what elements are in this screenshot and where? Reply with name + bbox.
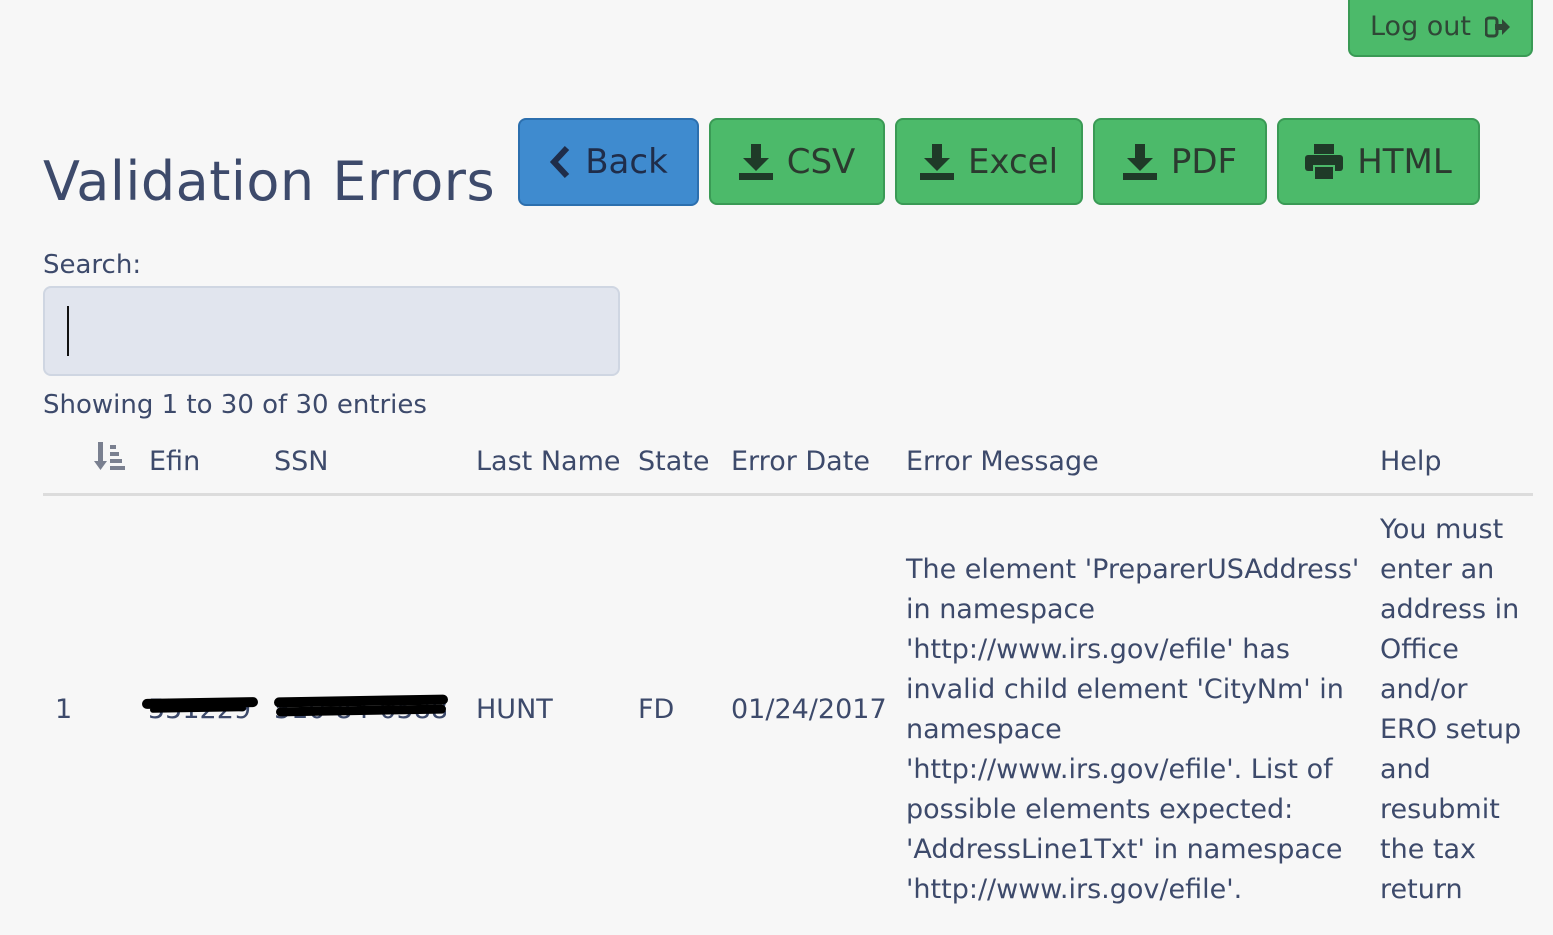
export-csv-button[interactable]: CSV xyxy=(709,118,885,205)
page-title: Validation Errors xyxy=(43,150,496,213)
column-header-efin[interactable]: Efin xyxy=(149,446,200,477)
text-caret xyxy=(67,306,69,356)
download-icon xyxy=(738,143,773,180)
logout-label: Log out xyxy=(1369,11,1472,42)
column-header-error-date[interactable]: Error Date xyxy=(731,446,870,477)
csv-label: CSV xyxy=(786,141,856,182)
export-html-button[interactable]: HTML xyxy=(1277,118,1480,205)
logout-icon xyxy=(1485,16,1511,38)
logout-button[interactable]: Log out xyxy=(1348,0,1533,57)
error-message-cell: The element 'PreparerUSAddress' in names… xyxy=(906,554,1360,905)
html-label: HTML xyxy=(1357,141,1452,182)
column-header-state[interactable]: State xyxy=(638,446,709,477)
column-header-ssn[interactable]: SSN xyxy=(274,446,328,477)
search-input[interactable] xyxy=(43,286,620,376)
column-header-help[interactable]: Help xyxy=(1380,446,1442,477)
error-date-cell: 01/24/2017 xyxy=(731,694,887,725)
column-header-last-name[interactable]: Last Name xyxy=(476,446,620,477)
pdf-label: PDF xyxy=(1170,141,1238,182)
sort-icon[interactable] xyxy=(94,442,126,479)
back-label: Back xyxy=(585,142,668,182)
validation-errors-page: Log out Validation Errors Back CSV Excel… xyxy=(0,0,1553,935)
row-index: 1 xyxy=(55,694,73,725)
chevron-left-icon xyxy=(549,145,571,179)
header-divider xyxy=(43,493,1533,496)
table-info: Showing 1 to 30 of 30 entries xyxy=(43,390,427,420)
help-cell: You must enter an address in Office and/… xyxy=(1380,514,1522,905)
last-name-cell: HUNT xyxy=(476,694,553,725)
download-icon xyxy=(1122,143,1157,180)
back-button[interactable]: Back xyxy=(518,118,699,206)
print-icon xyxy=(1305,143,1344,180)
excel-label: Excel xyxy=(967,141,1059,182)
state-cell: FD xyxy=(638,694,675,725)
export-excel-button[interactable]: Excel xyxy=(895,118,1083,205)
download-icon xyxy=(919,143,954,180)
search-label: Search: xyxy=(43,250,142,280)
export-pdf-button[interactable]: PDF xyxy=(1093,118,1267,205)
column-header-error-message[interactable]: Error Message xyxy=(906,446,1099,477)
